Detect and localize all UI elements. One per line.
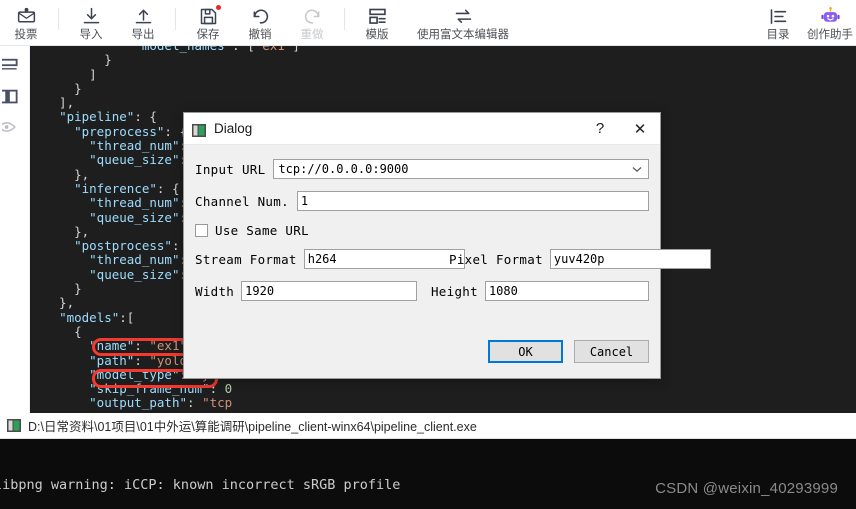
poll-icon [16, 6, 37, 27]
toolbar-button-template[interactable]: 模版 [351, 0, 403, 46]
toolbar-label-save: 保存 [196, 28, 220, 41]
dimension-row: Width Height [195, 281, 649, 301]
toolbar-divider-2 [175, 8, 176, 30]
toolbar-label-assistant: 创作助手 [807, 28, 853, 41]
input-url-combobox[interactable]: tcp://0.0.0.0:9000 [273, 159, 649, 179]
format-row: Stream Format Pixel Format [195, 249, 711, 269]
input-url-label: Input URL [195, 161, 266, 177]
redo-icon [302, 6, 323, 27]
dialog-close-button[interactable]: ✕ [620, 113, 660, 145]
pixel-format-group: Pixel Format [449, 249, 711, 269]
pixel-format-input[interactable] [549, 249, 711, 269]
preview-eye-icon [0, 117, 24, 142]
cancel-button[interactable]: Cancel [574, 340, 649, 363]
toolbar-button-rich-text-editor[interactable]: 使用富文本编辑器 [403, 0, 523, 46]
outline-icon [768, 6, 789, 27]
layout-split-icon-button[interactable] [0, 84, 30, 114]
toolbar-label-outline: 目录 [766, 28, 790, 41]
use-same-url-label: Use Same URL [215, 223, 309, 238]
toolbar-label-undo: 撤销 [248, 28, 272, 41]
toolbar-label-redo: 重做 [300, 28, 324, 41]
toolbar-button-outline[interactable]: 目录 [752, 0, 804, 46]
toolbar-label-rich-text-editor: 使用富文本编辑器 [417, 28, 509, 41]
dialog-titlebar[interactable]: Dialog ? ✕ [184, 113, 660, 145]
stream-format-input[interactable] [303, 249, 465, 269]
console-window: D:\日常资料\01项目\01中外运\算能调研\pipeline_client-… [0, 413, 856, 509]
console-output[interactable]: libpng warning: iCCP: known incorrect sR… [0, 439, 856, 509]
height-input[interactable] [484, 281, 649, 301]
toolbar-group-left: 投票 导入 导出 保存 撤销 重做 模版 使用富文本编辑器 [0, 0, 523, 46]
channel-num-row: Channel Num. [195, 191, 649, 211]
width-group: Width [195, 281, 417, 301]
toolbar-button-poll[interactable]: 投票 [0, 0, 52, 46]
dialog-app-icon [192, 122, 206, 137]
console-app-icon [7, 419, 21, 432]
screen-root: 投票 导入 导出 保存 撤销 重做 模版 使用富文本编辑器 目录 创作助手} … [0, 0, 856, 509]
toolbar-group-right: 目录 创作助手 [752, 0, 856, 46]
stream-format-group: Stream Format [195, 249, 465, 269]
chevron-down-icon [630, 166, 644, 173]
ok-button[interactable]: OK [488, 340, 563, 363]
template-icon [367, 6, 388, 27]
toolbar-label-poll: 投票 [14, 28, 38, 41]
toolbar-divider-1 [58, 8, 59, 30]
toolbar-button-import[interactable]: 导入 [65, 0, 117, 46]
toolbar-button-save[interactable]: 保存 [182, 0, 234, 46]
toolbar-label-template: 模版 [365, 28, 389, 41]
undo-icon [250, 6, 271, 27]
console-executable-path: D:\日常资料\01项目\01中外运\算能调研\pipeline_client-… [28, 420, 477, 434]
toolbar-button-undo[interactable]: 撤销 [234, 0, 286, 46]
robot-assistant-icon [820, 6, 841, 27]
pixel-format-label: Pixel Format [449, 251, 543, 267]
toolbar-divider-3 [344, 8, 345, 30]
use-same-url-row[interactable]: Use Same URL [195, 223, 649, 238]
toolbar-button-redo[interactable]: 重做 [286, 0, 338, 46]
stream-format-label: Stream Format [195, 251, 297, 267]
input-url-value: tcp://0.0.0.0:9000 [278, 162, 409, 176]
layout-top-icon [0, 57, 24, 82]
dialog-title: Dialog [214, 121, 253, 136]
layout-top-icon-button[interactable] [0, 54, 30, 84]
toolbar-label-import: 导入 [79, 28, 103, 41]
import-icon [81, 6, 102, 27]
dialog-button-box: OK Cancel [488, 340, 649, 363]
dialog-body: Input URL tcp://0.0.0.0:9000 Channel Num… [184, 145, 711, 378]
switch-editor-icon [453, 6, 474, 27]
save-unsaved-badge [216, 5, 221, 10]
height-label: Height [430, 283, 478, 299]
input-url-field-wrap: tcp://0.0.0.0:9000 [273, 159, 649, 179]
layout-split-icon [0, 87, 24, 112]
console-titlebar[interactable]: D:\日常资料\01项目\01中外运\算能调研\pipeline_client-… [0, 413, 856, 439]
width-input[interactable] [241, 281, 417, 301]
channel-num-input[interactable] [296, 191, 649, 211]
height-group: Height [431, 281, 649, 301]
input-url-row: Input URL tcp://0.0.0.0:9000 [195, 159, 649, 179]
export-icon [133, 6, 154, 27]
width-label: Width [195, 283, 235, 299]
preview-eye-icon-button[interactable] [0, 114, 30, 144]
editor-toolbar: 投票 导入 导出 保存 撤销 重做 模版 使用富文本编辑器 目录 创作助手 [0, 0, 856, 46]
csdn-watermark: CSDN @weixin_40293999 [655, 480, 838, 497]
toolbar-button-assistant[interactable]: 创作助手 [804, 0, 856, 46]
channel-num-label: Channel Num. [195, 193, 289, 209]
toolbar-button-export[interactable]: 导出 [117, 0, 169, 46]
use-same-url-checkbox[interactable] [195, 224, 208, 237]
dialog-help-button[interactable]: ? [580, 113, 620, 145]
stream-settings-dialog: Dialog ? ✕ Input URL tcp://0.0.0.0:9000 [183, 112, 711, 379]
toolbar-label-export: 导出 [131, 28, 155, 41]
